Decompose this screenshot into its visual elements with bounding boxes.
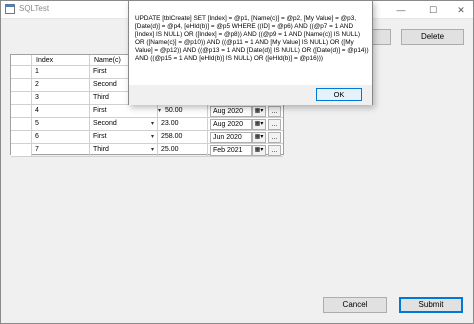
cell-index[interactable]: 4 [32,105,90,117]
ellipsis-button[interactable]: ... [268,145,281,156]
cell-index[interactable]: 1 [32,66,90,78]
cell-index[interactable]: 7 [32,144,90,156]
date-picker[interactable]: Feb 2021 [210,145,252,156]
row-selector[interactable] [11,92,32,104]
window-title: SQLTest [19,4,50,13]
row-selector[interactable] [11,79,32,91]
cell-name[interactable]: First ▾ [90,131,158,143]
submit-button[interactable]: Submit [399,297,463,313]
delete-button[interactable]: Delete [401,29,464,45]
row-selector[interactable] [11,131,32,143]
combo-arrow-icon[interactable]: ▾ [158,105,161,117]
message-text: UPDATE [tblCreate] SET [Index] = @p1, [N… [135,15,369,62]
row-selector[interactable] [11,118,32,130]
header-index[interactable]: Index [32,55,90,66]
calendar-dropdown-icon[interactable]: ▦▾ [252,132,266,143]
calendar-dropdown-icon[interactable]: ▦▾ [252,145,266,156]
header-row-selector [11,55,32,66]
cell-name[interactable]: Second ▾ [90,118,158,130]
cell-index[interactable]: 6 [32,131,90,143]
close-button[interactable]: ✕ [447,3,474,17]
cell-index[interactable]: 3 [32,92,90,104]
cell-index[interactable]: 2 [32,79,90,91]
cancel-button[interactable]: Cancel [323,297,387,313]
ellipsis-button[interactable]: ... [268,132,281,143]
combo-arrow-icon[interactable]: ▾ [151,144,154,156]
cell-index[interactable]: 5 [32,118,90,130]
cell-value[interactable]: ▾ 50.00 [158,105,208,117]
calendar-dropdown-icon[interactable]: ▦▾ [252,106,266,117]
ok-button[interactable]: OK [316,88,362,101]
cell-value[interactable]: 25.00 [158,144,208,156]
minimize-button[interactable]: — [387,3,415,17]
combo-arrow-icon[interactable]: ▾ [151,118,154,130]
cell-name[interactable]: Third ▾ [90,144,158,156]
date-picker[interactable]: Jun 2020 [210,132,252,143]
table-row[interactable]: 4 First ▾ 50.00 Aug 2020 ▦▾ ... [11,105,283,118]
cell-value[interactable]: 23.00 [158,118,208,130]
row-selector[interactable] [11,66,32,78]
row-selector[interactable] [11,144,32,156]
ellipsis-button[interactable]: ... [268,119,281,130]
table-row[interactable]: 5 Second ▾ 23.00 Aug 2020 ▦▾ ... [11,118,283,131]
maximize-button[interactable]: ☐ [419,3,447,17]
table-row[interactable]: 6 First ▾ 258.00 Jun 2020 ▦▾ ... [11,131,283,144]
row-selector[interactable] [11,105,32,117]
ellipsis-button[interactable]: ... [268,106,281,117]
cell-value[interactable]: 258.00 [158,131,208,143]
message-box: UPDATE [tblCreate] SET [Index] = @p1, [N… [128,0,373,105]
combo-arrow-icon[interactable]: ▾ [151,131,154,143]
table-row[interactable]: 7 Third ▾ 25.00 Feb 2021 ▦▾ ... [11,144,283,157]
calendar-dropdown-icon[interactable]: ▦▾ [252,119,266,130]
app-window-icon [5,4,15,14]
date-picker[interactable]: Aug 2020 [210,119,252,130]
cell-name[interactable]: First [90,105,158,117]
date-picker[interactable]: Aug 2020 [210,106,252,117]
message-box-footer: OK [129,85,372,105]
